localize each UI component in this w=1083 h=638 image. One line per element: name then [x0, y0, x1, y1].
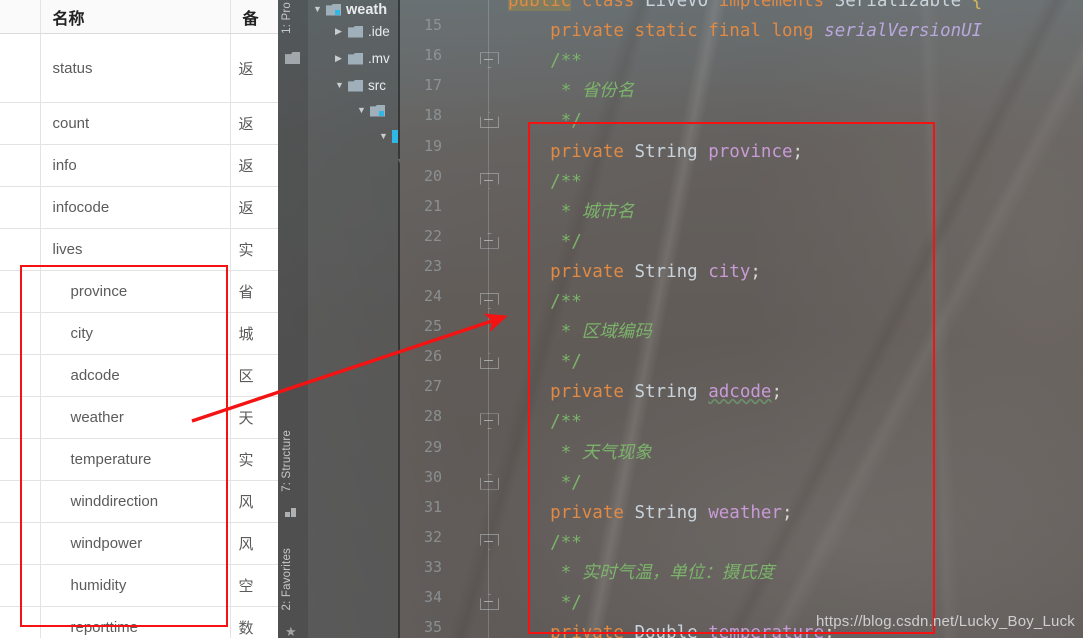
code-fold-toggle[interactable]	[480, 52, 499, 69]
line-number: 23	[423, 256, 442, 275]
table-row: infocode 返	[0, 186, 296, 229]
star-icon: ★	[285, 624, 297, 638]
line-number: 35	[423, 618, 442, 637]
line-number: 31	[423, 497, 442, 516]
code-fold-toggle[interactable]	[480, 112, 499, 129]
line-number: 29	[423, 437, 442, 456]
line-number: 14	[402, 0, 442, 4]
code-line: public class LiveVO implements Serializa…	[508, 0, 982, 16]
code-line: private static final long serialVersionU…	[550, 21, 983, 42]
cell-indent	[0, 33, 41, 103]
column-header-indent	[0, 0, 41, 34]
chevron-down-icon[interactable]: ▼	[379, 132, 392, 141]
tool-tab-project[interactable]: 1: Pro	[281, 2, 293, 34]
line-number: 26	[423, 347, 442, 366]
chevron-right-icon[interactable]: ▶	[335, 54, 348, 63]
code-fold-toggle[interactable]	[480, 594, 499, 610]
cell-field-name: status	[40, 33, 231, 103]
table-row: info 返	[0, 144, 296, 187]
chevron-down-icon[interactable]: ▼	[335, 81, 348, 90]
line-number: 15	[423, 16, 442, 35]
tool-tab-structure[interactable]: 7: Structure	[281, 430, 293, 492]
line-number: 30	[423, 467, 442, 486]
highlight-box-code-fields	[528, 122, 935, 634]
project-tree-panel: ▼ weath ▶ .ide ▶ .mv ▼ src ▼ ▼	[308, 0, 400, 638]
chevron-down-icon[interactable]: ▼	[313, 5, 326, 14]
folder-icon	[348, 79, 363, 92]
line-number: 19	[423, 136, 442, 155]
line-number: 32	[423, 527, 442, 546]
code-fold-toggle[interactable]	[480, 353, 499, 370]
table-header-row: 名称 备	[0, 0, 296, 34]
ide-tool-window-bar: 1: Pro 7: Structure 2: Favorites ★	[278, 0, 308, 638]
code-fold-toggle[interactable]	[480, 413, 499, 430]
code-fold-toggle[interactable]	[480, 533, 499, 550]
code-line: * 省份名	[560, 81, 635, 102]
line-number: 18	[423, 106, 442, 125]
table-row: status 返	[0, 33, 296, 103]
folder-icon	[348, 25, 363, 38]
tree-node-label: src	[368, 78, 386, 93]
line-number: 24	[423, 287, 442, 305]
project-folder-icon	[285, 52, 300, 64]
chevron-down-icon[interactable]: ▼	[357, 106, 370, 115]
highlight-box-table-fields	[20, 265, 228, 627]
column-header-name: 名称	[40, 0, 231, 34]
code-fold-toggle[interactable]	[480, 172, 499, 189]
tree-node-label: weath	[346, 1, 388, 18]
line-number: 21	[423, 196, 442, 215]
structure-blocks-icon	[285, 508, 300, 520]
cell-field-name: count	[40, 102, 231, 145]
line-number: 34	[423, 588, 442, 606]
tree-node-label: .mv	[368, 51, 390, 66]
code-fold-toggle[interactable]	[480, 473, 499, 490]
folder-icon	[348, 52, 363, 65]
line-number: 20	[423, 166, 442, 185]
line-number: 33	[423, 557, 442, 576]
tree-node-main[interactable]: ▼	[357, 101, 390, 120]
cell-indent	[0, 186, 41, 229]
folder-icon	[370, 104, 385, 117]
tree-node-label: .ide	[368, 24, 390, 39]
cell-field-name: info	[40, 144, 231, 187]
editor-gutter: 14 15 16 17 18 19 20 21 22 23 24 25 26 27 28 29 30 31 32 33…	[400, 0, 508, 638]
line-number: 28	[423, 407, 442, 426]
folder-icon	[326, 3, 341, 16]
line-number: 16	[423, 46, 442, 65]
line-number: 25	[423, 317, 442, 336]
tree-node-root[interactable]: ▼ weath	[313, 0, 387, 19]
tree-node-sub[interactable]: ▼	[379, 127, 400, 146]
tree-node-src[interactable]: ▼ src	[335, 76, 386, 95]
tree-node-mvn[interactable]: ▶ .mv	[335, 49, 390, 68]
watermark-text: https://blog.csdn.net/Lucky_Boy_Luck	[815, 613, 1075, 630]
cell-indent	[0, 102, 41, 145]
code-line: /**	[550, 51, 582, 72]
code-fold-toggle[interactable]	[480, 232, 499, 249]
tool-tab-favorites[interactable]: 2: Favorites	[281, 548, 293, 610]
code-fold-toggle[interactable]	[480, 293, 499, 309]
table-row: count 返	[0, 102, 296, 145]
tree-node-idea[interactable]: ▶ .ide	[335, 22, 390, 41]
chevron-right-icon[interactable]: ▶	[335, 27, 348, 36]
line-number: 27	[423, 377, 442, 396]
line-number: 22	[423, 226, 442, 245]
cell-indent	[0, 144, 41, 187]
cell-field-name: infocode	[40, 186, 231, 229]
line-number: 17	[423, 76, 442, 95]
